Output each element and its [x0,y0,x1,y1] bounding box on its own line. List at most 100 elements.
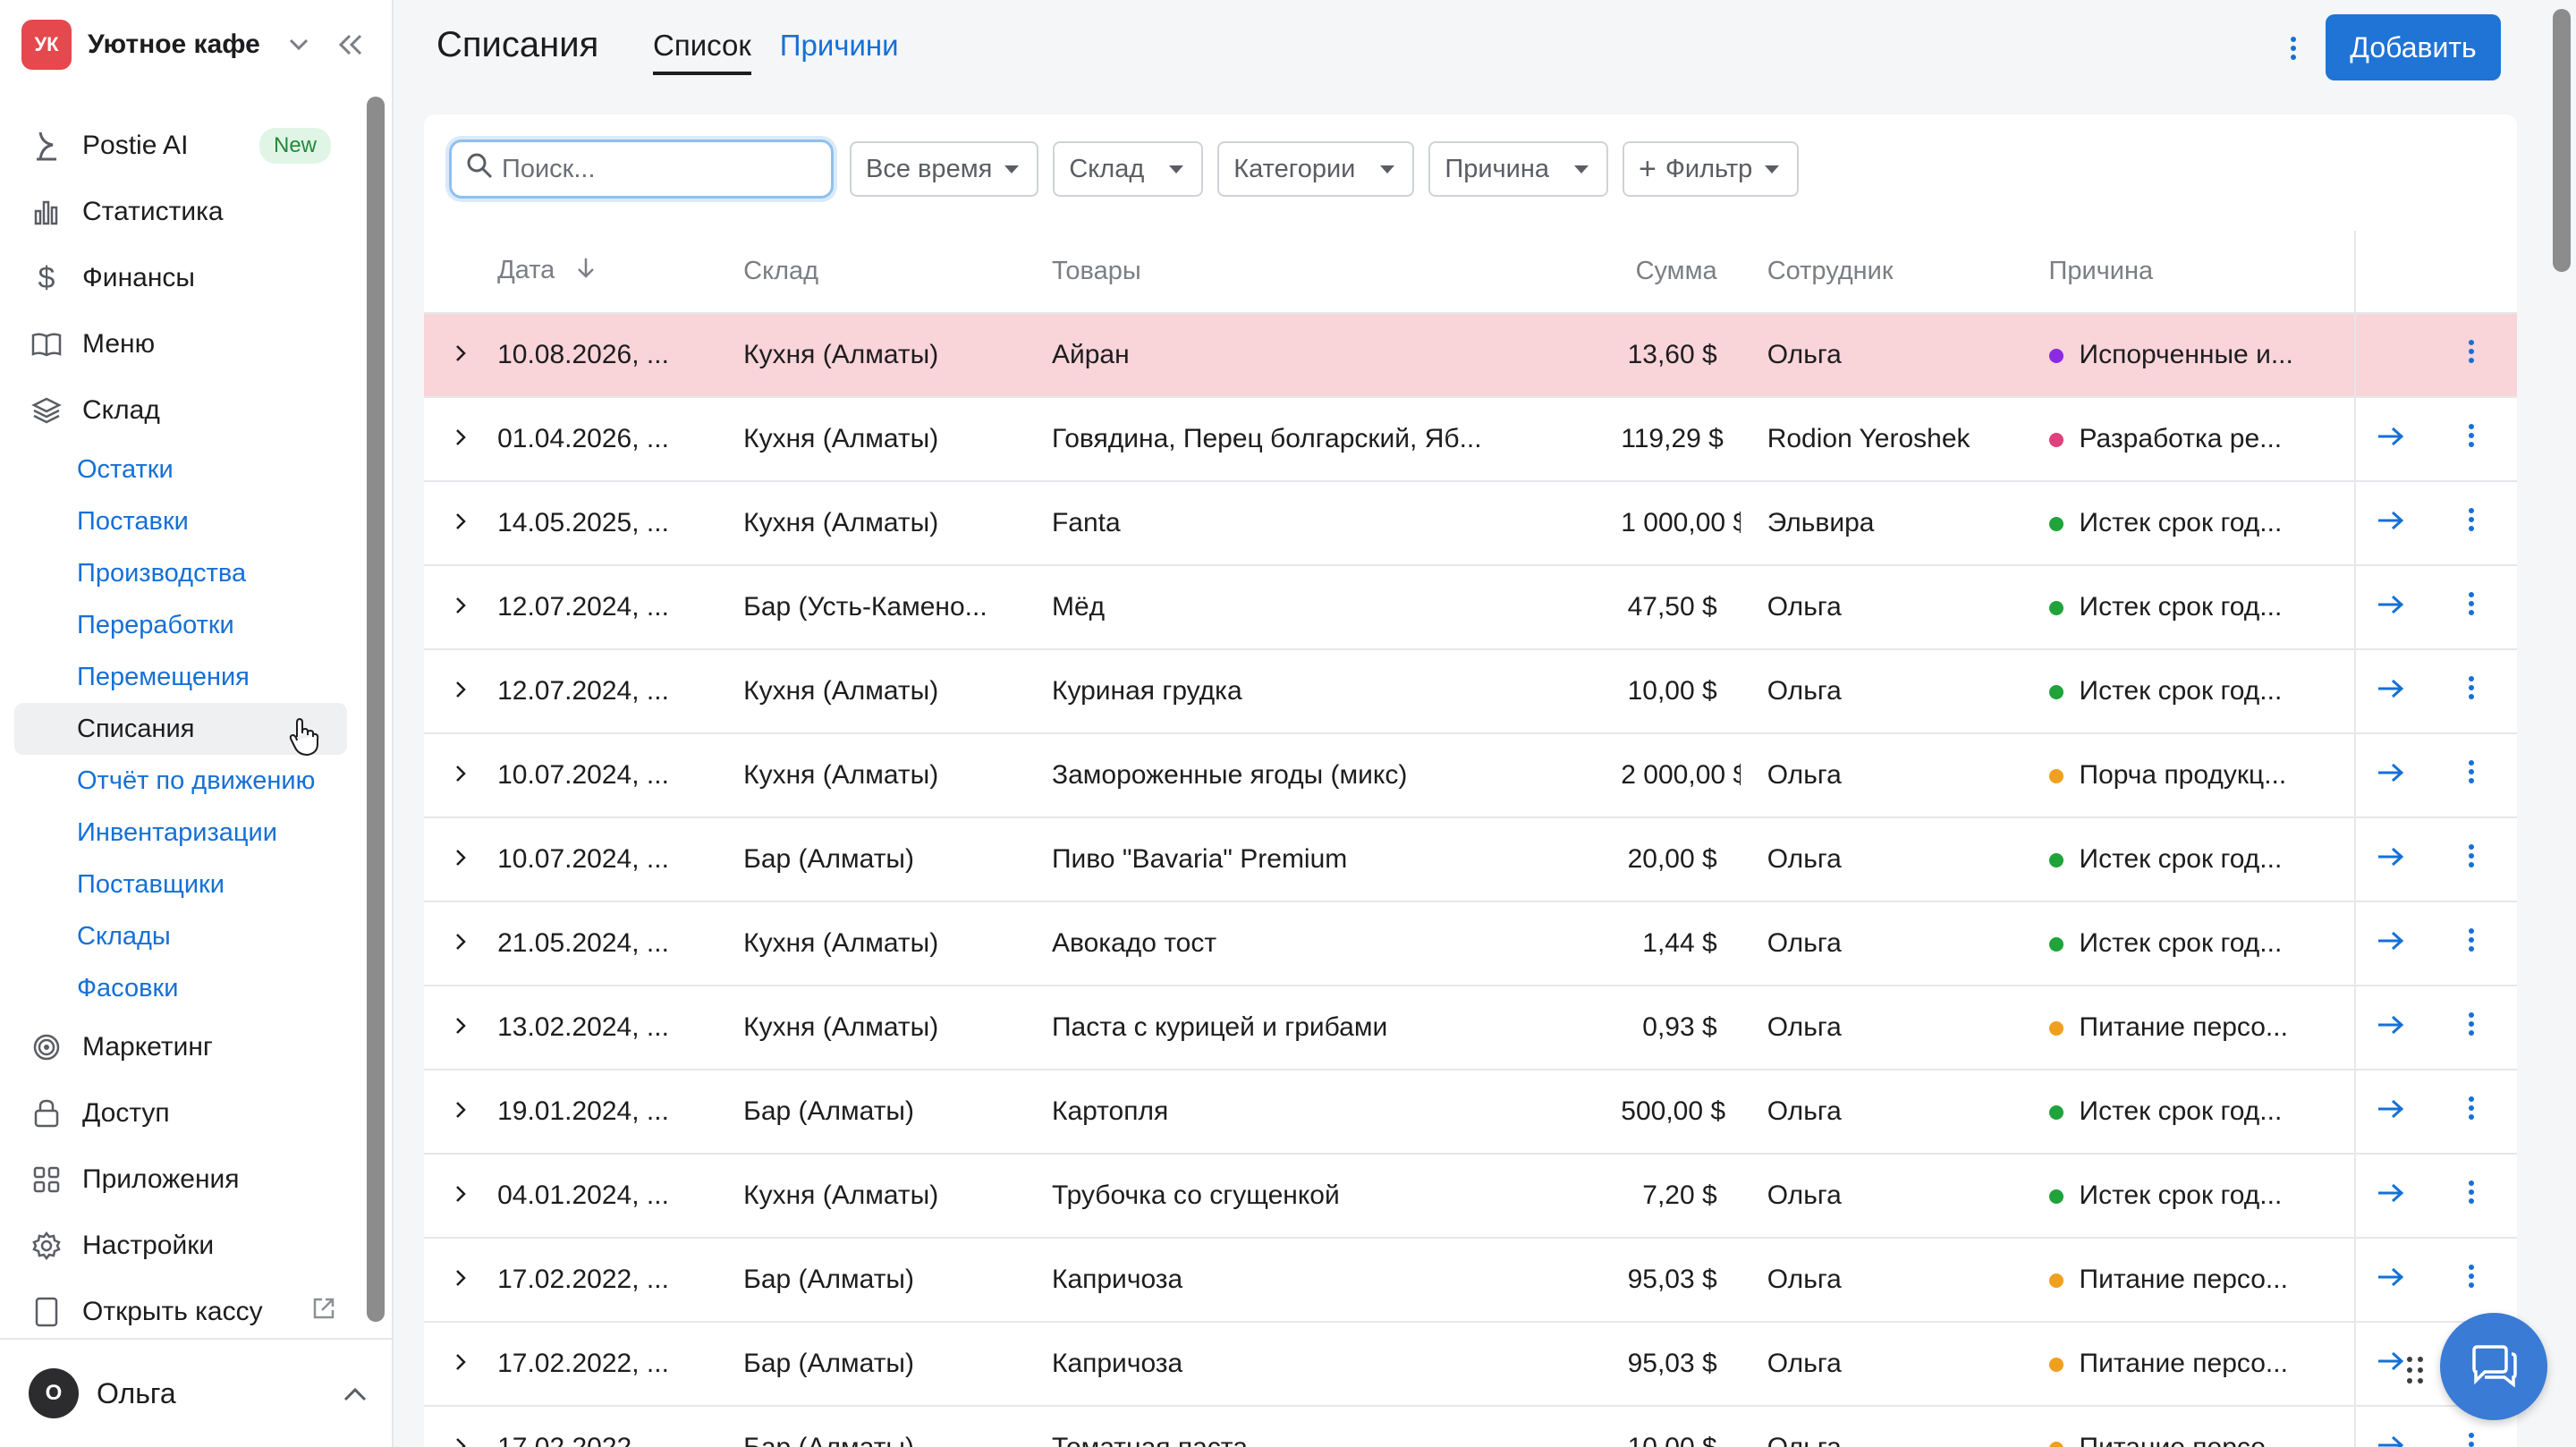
expand-row-icon[interactable] [424,313,498,398]
chevron-down-icon[interactable] [281,27,317,63]
column-reason[interactable]: Причина [2048,231,2356,314]
nav-item-postie-ai[interactable]: Postie AI New [14,113,347,179]
column-sum[interactable]: Сумма [1621,231,1741,314]
table-row[interactable]: 10.07.2024, ... Бар (Алматы) Пиво "Bavar… [424,817,2517,902]
arrow-right-icon[interactable] [2377,1265,2405,1294]
arrow-right-icon[interactable] [2377,760,2405,790]
nav-item-marketing[interactable]: Маркетинг [14,1014,347,1080]
nav-item-access[interactable]: Доступ [14,1080,347,1147]
subnav-item-processing[interactable]: Переработки [77,599,347,651]
brand-switcher[interactable]: УК Уютное кафе [21,20,370,70]
table-row[interactable]: 04.01.2024, ... Кухня (Алматы) Трубочка … [424,1154,2517,1239]
subnav-item-warehouses[interactable]: Склады [77,910,347,962]
arrow-right-icon[interactable] [2377,1349,2405,1378]
table-row[interactable]: 10.07.2024, ... Кухня (Алматы) Заморожен… [424,733,2517,818]
more-options-icon[interactable] [2275,29,2311,68]
arrow-right-icon[interactable] [2377,928,2405,958]
row-menu-icon[interactable] [2425,986,2517,1070]
search-input[interactable] [502,154,806,184]
chat-button[interactable] [2440,1313,2547,1420]
cell-warehouse: Кухня (Алматы) [743,901,1052,986]
table-row[interactable]: 12.07.2024, ... Бар (Усть-Камено... Мёд … [424,565,2517,650]
user-menu[interactable]: О Ольга [0,1338,394,1447]
scrollbar-thumb[interactable] [2553,9,2571,272]
row-menu-icon[interactable] [2425,1238,2517,1323]
drag-handle-icon[interactable] [2404,1354,2428,1393]
arrow-right-icon[interactable] [2377,1096,2405,1126]
subnav-item-production[interactable]: Производства [77,547,347,599]
subnav-item-stock[interactable]: Остатки [77,444,347,495]
warehouse-filter[interactable]: Склад [1053,141,1204,197]
nav-item-open-register[interactable]: Открыть кассу [14,1279,347,1345]
column-goods[interactable]: Товары [1051,231,1622,314]
table-row[interactable]: 17.02.2022, ... Бар (Алматы) Капричоза 9… [424,1322,2517,1407]
period-filter[interactable]: Все время [850,141,1039,197]
column-date[interactable]: Дата [497,231,744,314]
row-menu-icon[interactable] [2425,1070,2517,1155]
arrow-right-icon[interactable] [2377,676,2405,706]
expand-row-icon[interactable] [424,1154,498,1239]
expand-row-icon[interactable] [424,1322,498,1407]
nav-item-finance[interactable]: $ Финансы [14,245,347,311]
column-warehouse[interactable]: Склад [743,231,1052,314]
column-employee[interactable]: Сотрудник [1740,231,2049,314]
subnav-item-transfers[interactable]: Перемещения [77,651,347,703]
expand-row-icon[interactable] [424,733,498,818]
nav-item-warehouse[interactable]: Склад [14,377,347,444]
chevron-up-icon[interactable] [343,1378,367,1409]
table-row[interactable]: 13.02.2024, ... Кухня (Алматы) Паста с к… [424,986,2517,1070]
add-filter-button[interactable]: + Фильтр [1622,141,1800,197]
row-menu-icon[interactable] [2425,481,2517,566]
row-menu-icon[interactable] [2425,565,2517,650]
table-row[interactable]: 12.07.2024, ... Кухня (Алматы) Куриная г… [424,649,2517,734]
row-menu-icon[interactable] [2425,901,2517,986]
table-row[interactable]: 17.02.2022, ... Бар (Алматы) Капричоза 9… [424,1238,2517,1323]
nav-item-apps[interactable]: Приложения [14,1147,347,1213]
table-row[interactable]: 14.05.2025, ... Кухня (Алматы) Fanta 1 0… [424,481,2517,566]
category-filter[interactable]: Категории [1217,141,1415,197]
tab-list[interactable]: Список [653,29,751,75]
nav-item-menu[interactable]: Меню [14,311,347,377]
collapse-sidebar-icon[interactable] [331,25,370,64]
table-row[interactable]: 10.08.2026, ... Кухня (Алматы) Айран 13,… [424,313,2517,398]
search-box[interactable] [449,140,834,199]
page-scrollbar[interactable] [2549,0,2576,1447]
table-row[interactable]: 21.05.2024, ... Кухня (Алматы) Авокадо т… [424,901,2517,986]
subnav-item-supplies[interactable]: Поставки [77,495,347,547]
expand-row-icon[interactable] [424,901,498,986]
expand-row-icon[interactable] [424,1238,498,1323]
arrow-right-icon[interactable] [2377,592,2405,622]
subnav-item-inventory[interactable]: Инвентаризации [77,807,347,859]
subnav-item-suppliers[interactable]: Поставщики [77,859,347,910]
row-menu-icon[interactable] [2425,817,2517,902]
row-menu-icon[interactable] [2425,397,2517,482]
expand-row-icon[interactable] [424,565,498,650]
tab-reasons[interactable]: Причини [780,29,899,75]
arrow-right-icon[interactable] [2377,508,2405,537]
expand-row-icon[interactable] [424,1406,498,1447]
row-menu-icon[interactable] [2425,1154,2517,1239]
nav-item-statistics[interactable]: Статистика [14,179,347,245]
table-row[interactable]: 17.02.2022, ... Бар (Алматы) Томатная па… [424,1406,2517,1447]
arrow-right-icon[interactable] [2377,424,2405,453]
add-button[interactable]: Добавить [2326,14,2501,80]
expand-row-icon[interactable] [424,649,498,734]
row-menu-icon[interactable] [2425,313,2517,398]
arrow-right-icon[interactable] [2377,1012,2405,1042]
nav-item-settings[interactable]: Настройки [14,1213,347,1279]
row-menu-icon[interactable] [2425,649,2517,734]
table-row[interactable]: 01.04.2026, ... Кухня (Алматы) Говядина,… [424,397,2517,482]
expand-row-icon[interactable] [424,481,498,566]
arrow-right-icon[interactable] [2377,844,2405,874]
table-row[interactable]: 19.01.2024, ... Бар (Алматы) Картопля 50… [424,1070,2517,1155]
sidebar-scrollbar[interactable] [367,97,385,1322]
expand-row-icon[interactable] [424,1070,498,1155]
expand-row-icon[interactable] [424,397,498,482]
row-menu-icon[interactable] [2425,733,2517,818]
subnav-item-packaging[interactable]: Фасовки [77,962,347,1014]
expand-row-icon[interactable] [424,986,498,1070]
reason-filter[interactable]: Причина [1428,141,1608,197]
expand-row-icon[interactable] [424,817,498,902]
arrow-right-icon[interactable] [2377,1433,2405,1447]
arrow-right-icon[interactable] [2377,1180,2405,1210]
